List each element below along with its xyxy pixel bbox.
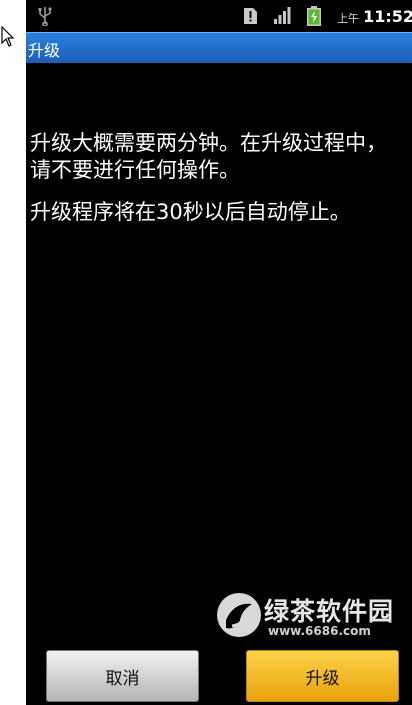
status-ampm: 上午 — [337, 12, 360, 25]
phone-screen: 上午 11:52 升级 升级大概需要两分钟。在升级过程中， 请不要进行任何操作。… — [26, 0, 412, 705]
mouse-cursor-icon — [1, 26, 15, 47]
watermark-url: www.6686.com — [268, 624, 371, 638]
upgrade-button[interactable]: 升级 — [246, 650, 399, 702]
battery-charging-icon — [307, 6, 322, 26]
dialog-title-bar: 升级 — [26, 32, 412, 63]
sim-alert-icon — [244, 8, 258, 24]
status-time: 11:52 — [363, 6, 412, 26]
watermark-logo-icon — [217, 593, 261, 637]
status-bar: 上午 11:52 — [26, 0, 412, 32]
dialog-title: 升级 — [28, 41, 61, 60]
dialog-message-timeout: 升级程序将在30秒以后自动停止。 — [30, 200, 351, 224]
dialog-message-duration: 升级大概需要两分钟。在升级过程中， 请不要进行任何操作。 — [30, 131, 387, 182]
watermark-name: 绿茶软件园 — [264, 597, 395, 626]
watermark: 绿茶软件园 www.6686.com — [214, 590, 404, 642]
signal-icon — [274, 7, 291, 24]
usb-icon — [38, 7, 52, 26]
cancel-button[interactable]: 取消 — [46, 650, 199, 702]
desktop-margin — [0, 0, 26, 705]
